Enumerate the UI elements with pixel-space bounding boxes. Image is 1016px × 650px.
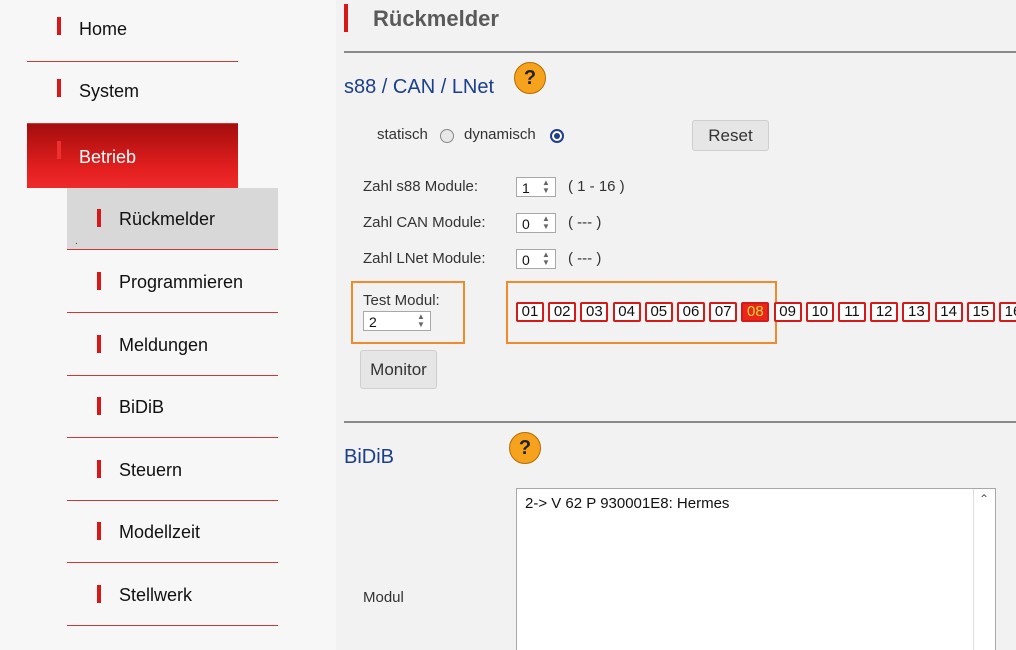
can-count-stepper[interactable]: 0 ▲ ▼ bbox=[516, 213, 556, 233]
radio-static-label: statisch bbox=[377, 126, 428, 143]
module-indicator-01[interactable]: 01 bbox=[516, 302, 544, 322]
nav-programmieren-label: Programmieren bbox=[119, 272, 244, 292]
can-count-value: 0 bbox=[522, 216, 530, 232]
nav-steuern-label: Steuern bbox=[119, 460, 183, 480]
nav-rueckmelder-label: Rückmelder bbox=[119, 209, 216, 229]
help-icon[interactable]: ? bbox=[514, 62, 546, 94]
nav-modellzeit-label: Modellzeit bbox=[119, 522, 201, 542]
nav-home[interactable]: Home bbox=[27, 0, 238, 62]
lnet-count-value: 0 bbox=[522, 252, 530, 268]
divider bbox=[67, 562, 278, 563]
module-indicator-12[interactable]: 12 bbox=[870, 302, 899, 322]
divider bbox=[344, 51, 1016, 53]
test-module-label: Test Modul: bbox=[363, 292, 440, 309]
s88-range: ( 1 - 16 ) bbox=[568, 178, 625, 195]
nav-rueckmelder[interactable]: Rückmelder . bbox=[67, 188, 278, 250]
spin-arrows-icon[interactable]: ▲ ▼ bbox=[539, 179, 553, 195]
monitor-button[interactable]: Monitor bbox=[360, 350, 437, 389]
nav-dot-marker: . bbox=[75, 236, 78, 247]
radio-dynamic-label: dynamisch bbox=[464, 126, 536, 143]
module-indicator-16[interactable]: 16 bbox=[999, 302, 1016, 322]
nav-meldungen-label: Meldungen bbox=[119, 335, 209, 355]
s88-count-label: Zahl s88 Module: bbox=[363, 178, 479, 195]
modul-label: Modul bbox=[363, 589, 404, 606]
nav-marker bbox=[97, 460, 101, 478]
module-indicator-14[interactable]: 14 bbox=[934, 302, 963, 322]
test-module-stepper[interactable]: 2 ▲ ▼ bbox=[363, 311, 431, 331]
divider bbox=[67, 312, 278, 313]
main-content: Rückmelder s88 / CAN / LNet ? statisch d… bbox=[336, 0, 1016, 650]
bidib-heading: BiDiB bbox=[344, 446, 395, 468]
divider bbox=[67, 249, 278, 250]
help-icon[interactable]: ? bbox=[509, 432, 541, 464]
nav-marker bbox=[97, 585, 101, 603]
module-indicator-02[interactable]: 02 bbox=[548, 302, 577, 322]
nav-marker bbox=[57, 79, 61, 97]
module-indicator-07[interactable]: 07 bbox=[709, 302, 738, 322]
page-title: Rückmelder bbox=[373, 6, 499, 31]
nav-marker bbox=[97, 522, 101, 540]
module-indicator-04[interactable]: 04 bbox=[612, 302, 641, 322]
lnet-count-label: Zahl LNet Module: bbox=[363, 250, 486, 267]
radio-static[interactable] bbox=[440, 129, 454, 143]
spin-arrows-icon[interactable]: ▲ ▼ bbox=[539, 251, 553, 267]
module-indicator-06[interactable]: 06 bbox=[677, 302, 705, 322]
scroll-up-icon[interactable]: ⌃ bbox=[979, 492, 989, 506]
test-module-value: 2 bbox=[369, 314, 377, 330]
nav-stellwerk-label: Stellwerk bbox=[119, 585, 193, 605]
nav-marker bbox=[97, 209, 101, 227]
nav-programmieren[interactable]: Programmieren bbox=[67, 251, 278, 313]
bidib-module-textarea[interactable]: 2-> V 62 P 930001E8: Hermes ⌃ bbox=[516, 488, 996, 650]
nav-home-label: Home bbox=[79, 19, 128, 39]
spin-arrows-icon[interactable]: ▲ ▼ bbox=[539, 215, 553, 231]
reset-button[interactable]: Reset bbox=[692, 120, 769, 151]
bidib-module-text: 2-> V 62 P 930001E8: Hermes bbox=[525, 495, 730, 512]
nav-marker bbox=[97, 335, 101, 353]
lnet-range: ( --- ) bbox=[568, 250, 602, 267]
nav-betrieb[interactable]: Betrieb bbox=[27, 124, 238, 188]
module-indicator-09[interactable]: 09 bbox=[773, 302, 802, 322]
nav-marker bbox=[97, 397, 101, 415]
can-count-label: Zahl CAN Module: bbox=[363, 214, 486, 231]
s88-heading: s88 / CAN / LNet bbox=[344, 76, 495, 98]
module-indicator-15[interactable]: 15 bbox=[966, 302, 995, 322]
title-marker bbox=[344, 4, 348, 32]
sidebar: Home System Betrieb Rückmelder . Program… bbox=[0, 0, 336, 650]
nav-system[interactable]: System bbox=[27, 62, 238, 124]
spin-arrows-icon[interactable]: ▲ ▼ bbox=[414, 313, 428, 329]
nav-bidib[interactable]: BiDiB bbox=[67, 376, 278, 438]
s88-count-value: 1 bbox=[522, 180, 530, 196]
can-range: ( --- ) bbox=[568, 214, 602, 231]
radio-dynamic[interactable] bbox=[550, 129, 564, 143]
divider bbox=[344, 421, 1016, 423]
scrollbar[interactable]: ⌃ bbox=[973, 489, 995, 650]
nav-steuern[interactable]: Steuern bbox=[67, 439, 278, 501]
module-indicator-13[interactable]: 13 bbox=[902, 302, 931, 322]
nav-marker bbox=[57, 17, 61, 35]
nav-betrieb-label: Betrieb bbox=[79, 147, 137, 167]
s88-count-stepper[interactable]: 1 ▲ ▼ bbox=[516, 177, 556, 197]
nav-bidib-label: BiDiB bbox=[119, 397, 165, 417]
nav-modellzeit[interactable]: Modellzeit bbox=[67, 501, 278, 563]
module-indicator-08[interactable]: 08 bbox=[741, 302, 770, 322]
module-indicator-10[interactable]: 10 bbox=[805, 302, 834, 322]
nav-stellwerk[interactable]: Stellwerk bbox=[67, 564, 278, 626]
module-indicator-03[interactable]: 03 bbox=[580, 302, 609, 322]
module-indicator-11[interactable]: 11 bbox=[838, 302, 866, 322]
divider bbox=[67, 625, 278, 626]
nav-marker bbox=[57, 141, 61, 159]
nav-system-label: System bbox=[79, 81, 140, 101]
module-indicator-05[interactable]: 05 bbox=[644, 302, 673, 322]
nav-marker bbox=[97, 272, 101, 290]
nav-meldungen[interactable]: Meldungen bbox=[67, 314, 278, 376]
divider bbox=[67, 437, 278, 438]
lnet-count-stepper[interactable]: 0 ▲ ▼ bbox=[516, 249, 556, 269]
